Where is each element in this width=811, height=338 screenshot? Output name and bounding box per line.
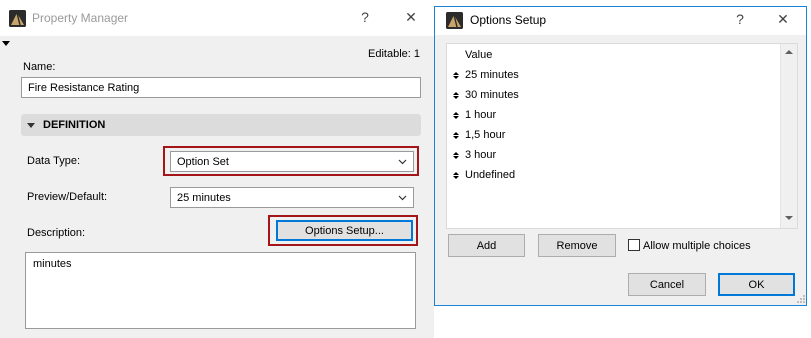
description-label: Description: — [27, 227, 86, 239]
preview-default-select[interactable]: 25 minutes — [170, 187, 414, 208]
reorder-handle-icon[interactable] — [452, 171, 460, 179]
archicad-app-icon — [9, 10, 26, 27]
property-manager-title: Property Manager — [32, 11, 129, 25]
options-setup-title: Options Setup — [470, 13, 547, 27]
reorder-handle-icon[interactable] — [452, 71, 460, 79]
preview-default-label: Preview/Default: — [27, 191, 108, 203]
scroll-down-icon[interactable] — [785, 216, 793, 220]
definition-section-header[interactable]: DEFINITION — [21, 114, 421, 136]
description-textarea[interactable]: minutes — [25, 252, 416, 329]
list-item-label: 25 minutes — [465, 69, 519, 81]
cancel-button-label: Cancel — [649, 278, 685, 291]
list-item[interactable]: 3 hour — [452, 147, 496, 163]
list-item[interactable]: 30 minutes — [452, 87, 519, 103]
collapse-arrow-icon[interactable] — [2, 41, 10, 46]
list-item-label: 1 hour — [465, 109, 497, 121]
list-item[interactable]: 25 minutes — [452, 67, 519, 83]
reorder-handle-icon[interactable] — [452, 151, 460, 159]
list-column-header: Value — [465, 49, 493, 61]
reorder-handle-icon[interactable] — [452, 91, 460, 99]
options-list[interactable]: Value 25 minutes 30 minutes 1 hour 1,5 h… — [446, 43, 798, 229]
list-item-label: Undefined — [465, 169, 516, 181]
list-item-label: 30 minutes — [465, 89, 519, 101]
data-type-value: Option Set — [177, 155, 229, 168]
reorder-handle-icon[interactable] — [452, 111, 460, 119]
list-item[interactable]: 1,5 hour — [452, 127, 505, 143]
options-setup-area: Options Setup ? ✕ Value 25 minutes 30 mi… — [434, 0, 811, 338]
preview-default-value: 25 minutes — [177, 191, 231, 204]
editable-count: Editable: 1 — [368, 48, 420, 60]
data-type-label: Data Type: — [27, 155, 80, 167]
list-item[interactable]: Undefined — [452, 167, 515, 183]
chevron-down-icon — [398, 159, 407, 165]
definition-header-label: DEFINITION — [43, 119, 106, 131]
help-icon[interactable]: ? — [732, 11, 748, 27]
property-manager-window: Property Manager ? ✕ Editable: 1 Name: F… — [0, 0, 434, 338]
list-item-label: 1,5 hour — [465, 129, 506, 141]
add-button[interactable]: Add — [448, 234, 525, 257]
options-setup-button-label: Options Setup... — [305, 224, 384, 237]
ok-button[interactable]: OK — [718, 273, 795, 296]
vertical-scrollbar[interactable] — [780, 44, 797, 228]
archicad-app-icon — [446, 12, 463, 29]
resize-grip-icon[interactable] — [796, 294, 806, 304]
list-item-label: 3 hour — [465, 149, 497, 161]
name-field[interactable]: Fire Resistance Rating — [21, 77, 421, 98]
data-type-select[interactable]: Option Set — [170, 151, 414, 172]
close-icon[interactable]: ✕ — [403, 9, 419, 26]
allow-multiple-label: Allow multiple choices — [643, 240, 751, 252]
scroll-up-icon[interactable] — [785, 50, 793, 54]
name-field-value: Fire Resistance Rating — [28, 81, 140, 94]
chevron-down-icon — [398, 195, 407, 201]
list-item[interactable]: 1 hour — [452, 107, 496, 123]
section-expand-icon — [27, 122, 35, 128]
close-icon[interactable]: ✕ — [775, 11, 791, 28]
remove-button[interactable]: Remove — [538, 234, 616, 257]
add-button-label: Add — [476, 239, 497, 252]
remove-button-label: Remove — [556, 239, 598, 252]
ok-button-label: OK — [748, 278, 765, 291]
reorder-handle-icon[interactable] — [452, 131, 460, 139]
options-setup-button[interactable]: Options Setup... — [276, 220, 413, 241]
allow-multiple-checkbox[interactable] — [628, 239, 640, 251]
help-icon[interactable]: ? — [357, 9, 373, 25]
cancel-button[interactable]: Cancel — [628, 273, 706, 296]
description-value: minutes — [33, 258, 72, 270]
name-label: Name: — [23, 61, 56, 73]
